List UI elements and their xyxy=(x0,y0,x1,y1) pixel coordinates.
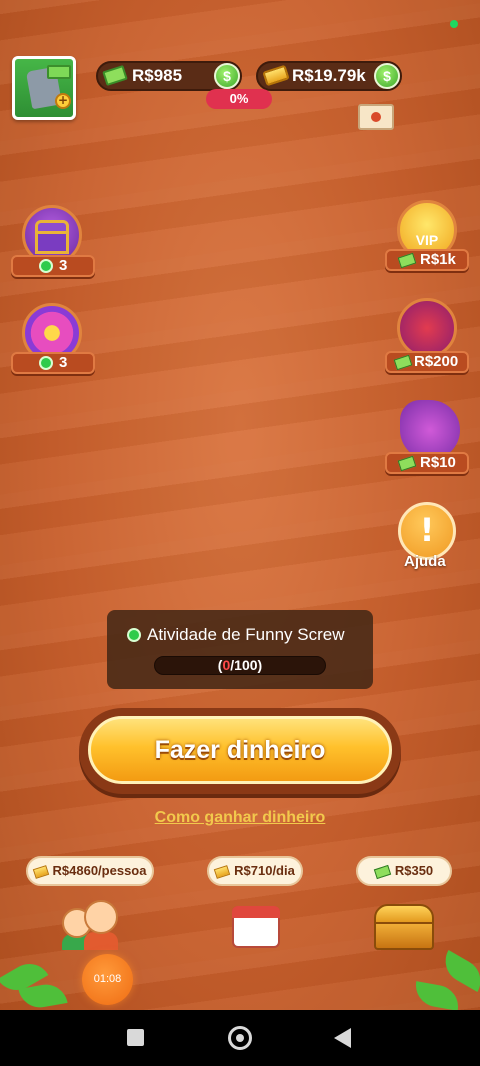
progress-percent-badge: 0% xyxy=(206,89,272,109)
gift-reward-pill: R$200 xyxy=(385,351,469,373)
countdown-timer[interactable]: 01:08 xyxy=(82,954,133,1005)
party-popper-icon[interactable] xyxy=(400,400,460,460)
chest-count-pill: 3 xyxy=(11,255,95,277)
green-gem-icon xyxy=(127,628,141,642)
cash-bill-icon xyxy=(397,455,417,472)
status-indicator-dot xyxy=(450,20,458,28)
gift-reward-amount: R$200 xyxy=(414,353,459,370)
mail-seal xyxy=(371,112,381,122)
help-label[interactable]: Ajuda xyxy=(404,553,446,570)
golden-chest-icon[interactable] xyxy=(374,900,436,954)
cash-balance-pill: R$985 $ xyxy=(96,61,242,91)
daily-reward-label: R$710/dia xyxy=(234,863,295,878)
leaf-decoration xyxy=(412,981,462,1011)
make-money-button[interactable]: Fazer dinheiro xyxy=(88,716,392,784)
party-reward-pill: R$10 xyxy=(385,452,469,474)
system-navigation-bar xyxy=(0,1010,480,1066)
profile-avatar[interactable]: + xyxy=(12,56,76,120)
mail-icon[interactable] xyxy=(358,104,394,130)
person-shirt xyxy=(84,932,118,950)
help-exclamation-icon[interactable]: ! xyxy=(398,502,456,560)
dollar-coin-icon[interactable]: $ xyxy=(214,63,240,89)
gold-bar-icon xyxy=(213,864,231,879)
vip-label: VIP xyxy=(415,232,439,248)
wheel-count: 3 xyxy=(59,354,68,371)
plus-icon: + xyxy=(55,93,71,109)
gold-balance-value: R$19.79k xyxy=(292,66,366,85)
activity-panel: Atividade de Funny Screw (0/100) xyxy=(107,610,373,689)
gold-bar-icon xyxy=(262,64,290,87)
green-gem-icon xyxy=(39,259,53,273)
cash-bill-icon xyxy=(373,864,392,879)
how-to-earn-link[interactable]: Como ganhar dinheiro xyxy=(0,809,480,827)
cash-bill-icon xyxy=(393,354,413,371)
wheel-count-pill: 3 xyxy=(11,352,95,374)
vip-reward-amount: R$1k xyxy=(420,251,456,268)
home-icon-dot xyxy=(236,1034,244,1042)
dollar-coin-icon[interactable]: $ xyxy=(374,63,400,89)
chest-reward-pill[interactable]: R$350 xyxy=(356,856,452,886)
calendar-gift-icon[interactable] xyxy=(228,898,286,954)
activity-progress-bar: (0/100) xyxy=(154,656,326,675)
gold-balance-pill: R$19.79k $ xyxy=(256,61,402,91)
cash-bill-icon xyxy=(397,252,417,269)
chest-base xyxy=(374,920,434,950)
home-icon[interactable] xyxy=(228,1026,252,1050)
vip-reward-pill: R$1k xyxy=(385,249,469,271)
party-reward-amount: R$10 xyxy=(420,454,456,471)
daily-reward-pill[interactable]: R$710/dia xyxy=(207,856,303,886)
back-icon[interactable] xyxy=(334,1028,351,1048)
activity-title: Atividade de Funny Screw xyxy=(147,625,345,644)
invite-friends-icon[interactable] xyxy=(62,898,120,952)
gold-bar-icon xyxy=(32,864,49,879)
chest-reward-label: R$350 xyxy=(394,863,434,878)
recent-apps-icon[interactable] xyxy=(127,1029,144,1046)
cash-bill-icon xyxy=(47,65,71,79)
cash-balance-value: R$985 xyxy=(132,66,183,85)
cash-bill-icon xyxy=(102,64,128,87)
activity-total: /100) xyxy=(230,657,263,673)
green-gem-icon xyxy=(39,356,53,370)
invite-reward-label: R$4860/pessoa xyxy=(52,863,147,878)
chest-top xyxy=(374,904,434,924)
calendar-header xyxy=(232,906,280,918)
activity-progress-text: (0/100) xyxy=(217,657,263,673)
chest-body xyxy=(35,234,69,254)
invite-reward-pill[interactable]: R$4860/pessoa xyxy=(26,856,154,886)
chest-lid xyxy=(35,220,69,234)
gift-box-icon[interactable] xyxy=(397,298,457,358)
person-head xyxy=(84,900,118,934)
chest-count: 3 xyxy=(59,257,68,274)
